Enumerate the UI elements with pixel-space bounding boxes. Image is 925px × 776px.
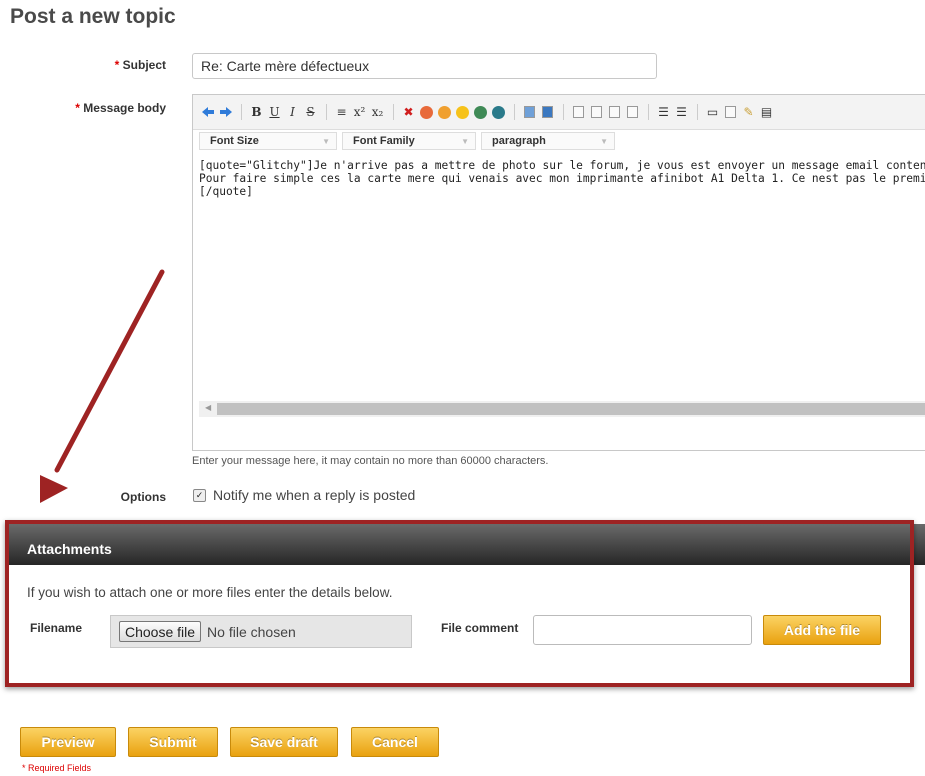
italic-icon[interactable]: I: [284, 103, 301, 121]
attachments-instructions: If you wish to attach one or more files …: [27, 585, 393, 600]
message-body-label-text: Message body: [83, 101, 166, 115]
font-size-select[interactable]: Font Size ▼: [199, 132, 337, 150]
message-body-label: * Message body: [40, 101, 166, 115]
toolbar-separator: [697, 104, 698, 120]
toolbar-separator: [648, 104, 649, 120]
editor-toolbar: B U I S ≡ x² x₂ ✖ ☰ ☰ ▭ ✎ ▤: [193, 95, 925, 130]
add-file-button[interactable]: Add the file: [763, 615, 881, 645]
subscript-icon[interactable]: x₂: [369, 103, 386, 121]
toolbar-separator: [514, 104, 515, 120]
notify-option[interactable]: ✓ Notify me when a reply is posted: [193, 487, 415, 503]
file-comment-input[interactable]: [533, 615, 752, 645]
toolbar-separator: [241, 104, 242, 120]
horizontal-rule-icon[interactable]: ≡: [333, 103, 350, 121]
filename-label: Filename: [30, 621, 83, 635]
remove-format-icon[interactable]: ✖: [400, 103, 417, 121]
unlink-icon[interactable]: [490, 103, 507, 121]
arrow-left-icon[interactable]: [199, 103, 216, 121]
scrollbar-thumb[interactable]: [217, 403, 925, 415]
paragraph-format-select-label: paragraph: [492, 135, 546, 147]
chevron-down-icon: ▼: [461, 136, 469, 146]
bullet-list-icon[interactable]: ☰: [673, 103, 690, 121]
toolbar-separator: [326, 104, 327, 120]
highlight-frame: [5, 520, 914, 687]
message-editor: B U I S ≡ x² x₂ ✖ ☰ ☰ ▭ ✎ ▤ Font Size ▼ …: [192, 94, 925, 451]
options-label: Options: [120, 490, 166, 504]
message-body-textarea[interactable]: [quote="Glitchy"]Je n'arrive pas a mettr…: [199, 159, 925, 399]
emoticon-icon[interactable]: [436, 103, 453, 121]
file-input[interactable]: Choose file No file chosen: [110, 615, 412, 648]
save-draft-button[interactable]: Save draft: [230, 727, 338, 757]
required-star: *: [114, 58, 120, 72]
choose-file-button[interactable]: Choose file: [119, 621, 202, 642]
paint-icon[interactable]: ✎: [740, 103, 757, 121]
link-icon[interactable]: [472, 103, 489, 121]
image-icon[interactable]: [521, 103, 538, 121]
cancel-button[interactable]: Cancel: [351, 727, 439, 757]
code-icon[interactable]: [722, 103, 739, 121]
chevron-down-icon: ▼: [322, 136, 330, 146]
preview-button[interactable]: Preview: [20, 727, 116, 757]
notify-label: Notify me when a reply is posted: [213, 487, 416, 503]
superscript-icon[interactable]: x²: [351, 103, 368, 121]
media-icon[interactable]: [539, 103, 556, 121]
required-fields-note: * Required Fields: [22, 763, 92, 773]
font-size-select-label: Font Size: [210, 135, 259, 147]
align-left-icon[interactable]: [570, 103, 587, 121]
message-hint: Enter your message here, it may contain …: [192, 455, 549, 467]
page-title: Post a new topic: [10, 5, 176, 28]
emoticon-icon[interactable]: [418, 103, 435, 121]
font-family-select[interactable]: Font Family ▼: [342, 132, 476, 150]
toolbar-separator: [393, 104, 394, 120]
chevron-down-icon: ▼: [600, 136, 608, 146]
required-star: *: [75, 101, 80, 115]
notify-checkbox[interactable]: ✓: [193, 488, 206, 502]
more-icon[interactable]: ▤: [758, 103, 775, 121]
no-file-chosen-text: No file chosen: [207, 623, 296, 640]
font-family-select-label: Font Family: [353, 135, 415, 147]
paragraph-format-select[interactable]: paragraph ▼: [481, 132, 615, 150]
arrow-right-icon[interactable]: [217, 103, 234, 121]
align-right-icon[interactable]: [606, 103, 623, 121]
submit-button[interactable]: Submit: [128, 727, 218, 757]
file-comment-label: File comment: [441, 621, 519, 635]
toolbar-separator: [563, 104, 564, 120]
align-center-icon[interactable]: [588, 103, 605, 121]
subject-label: * Subject: [60, 58, 166, 72]
emoticon-icon[interactable]: [454, 103, 471, 121]
numbered-list-icon[interactable]: ☰: [655, 103, 672, 121]
underline-icon[interactable]: U: [266, 103, 283, 121]
strikethrough-icon[interactable]: S: [302, 103, 319, 121]
horizontal-scrollbar[interactable]: ◀: [199, 401, 925, 417]
bold-icon[interactable]: B: [248, 103, 265, 121]
editor-select-row: Font Size ▼ Font Family ▼ paragraph ▼: [199, 132, 620, 150]
align-justify-icon[interactable]: [624, 103, 641, 121]
scroll-left-icon[interactable]: ◀: [205, 403, 211, 412]
quote-icon[interactable]: ▭: [704, 103, 721, 121]
subject-label-text: Subject: [122, 58, 166, 72]
subject-input[interactable]: [192, 53, 657, 79]
